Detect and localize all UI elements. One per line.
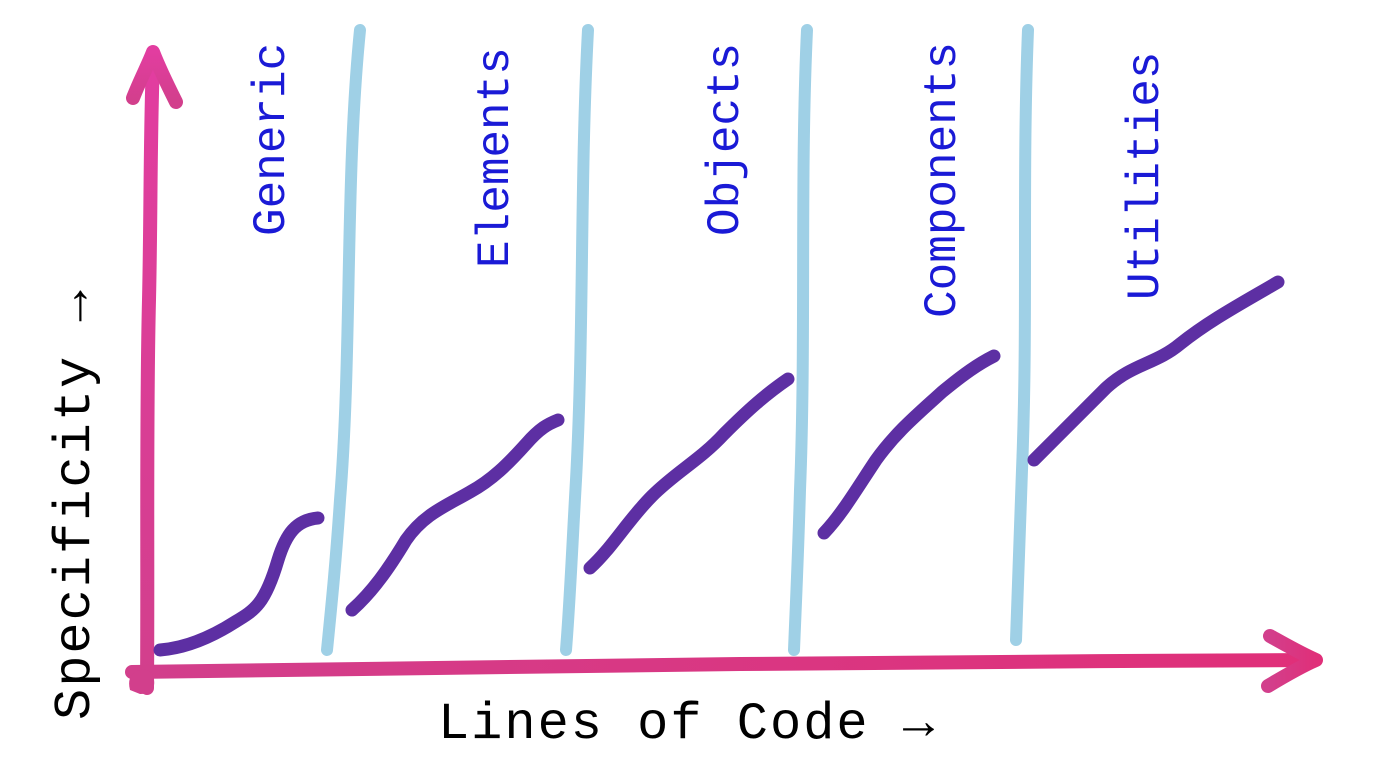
- y-axis-arrow: [133, 52, 176, 688]
- divider-3: [794, 30, 807, 650]
- divider-1: [327, 30, 360, 650]
- x-axis-arrow: [132, 636, 1316, 686]
- curve-generic: [160, 518, 318, 650]
- specificity-graph: [0, 0, 1374, 780]
- divider-2: [566, 30, 588, 650]
- divider-4: [1016, 30, 1028, 640]
- curve-elements: [352, 420, 558, 610]
- curve-objects: [590, 379, 788, 568]
- section-dividers: [327, 30, 1028, 650]
- curve-components: [824, 356, 994, 533]
- curve-utilities: [1034, 282, 1278, 460]
